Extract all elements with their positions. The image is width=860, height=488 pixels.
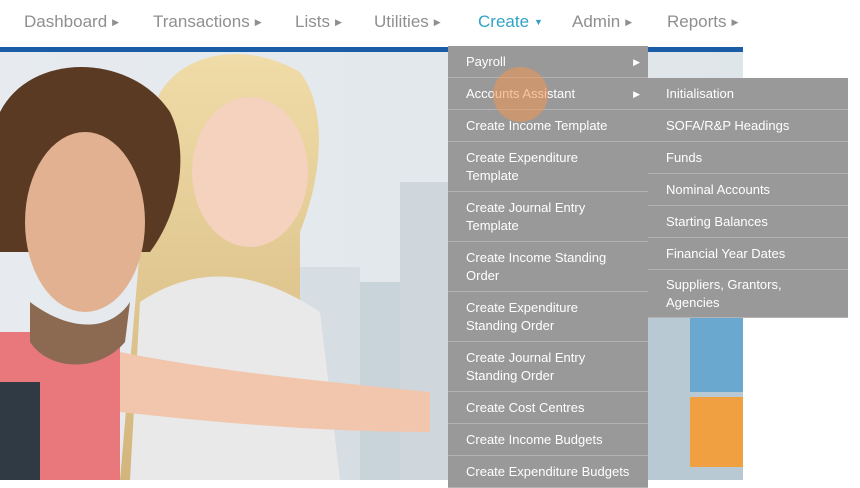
nav-transactions-label: Transactions bbox=[153, 12, 250, 31]
submenu-item-financial-year-dates[interactable]: Financial Year Dates bbox=[648, 238, 848, 270]
menu-item-create-journal-entry-template[interactable]: Create Journal Entry Template bbox=[448, 192, 648, 242]
nav-admin-label: Admin bbox=[572, 12, 621, 31]
chevron-right-icon: ▶ bbox=[254, 17, 262, 27]
nav-create-label: Create bbox=[478, 12, 530, 31]
submenu-item-funds[interactable]: Funds bbox=[648, 142, 848, 174]
submenu-item-label: Funds bbox=[666, 149, 703, 165]
submenu-item-label: SOFA/R&P Headings bbox=[666, 117, 790, 133]
menu-item-create-income-standing-order[interactable]: Create Income Standing Order bbox=[448, 242, 648, 292]
menu-item-create-income-budgets[interactable]: Create Income Budgets bbox=[448, 424, 648, 456]
create-dropdown-menu: Payroll ▶ Accounts Assistant▶ Create Inco… bbox=[448, 46, 648, 488]
submenu-item-label: Initialisation bbox=[666, 85, 734, 101]
nav-utilities[interactable]: Utilities ▶ bbox=[374, 12, 441, 32]
menu-item-label: Create Income Budgets bbox=[466, 431, 603, 447]
menu-item-label: Create Journal Entry Standing Order bbox=[466, 349, 586, 383]
submenu-item-label: Nominal Accounts bbox=[666, 181, 771, 197]
chevron-right-icon: ▶ bbox=[633, 56, 640, 67]
accounts-assistant-submenu: Initialisation SOFA/R&P Headings Funds N… bbox=[648, 78, 848, 318]
nav-lists-label: Lists bbox=[295, 12, 330, 31]
menu-item-label: Create Cost Centres bbox=[466, 399, 585, 415]
menu-item-label: Create Income Standing Order bbox=[466, 249, 607, 283]
menu-item-label: Create Expenditure Budgets bbox=[466, 463, 630, 479]
menu-item-create-journal-entry-standing-order[interactable]: Create Journal Entry Standing Order bbox=[448, 342, 648, 392]
menu-item-label: Create Expenditure Standing Order bbox=[466, 299, 579, 333]
nav-reports[interactable]: Reports ▶ bbox=[667, 12, 738, 32]
menu-item-label: Create Income Template bbox=[466, 117, 608, 133]
click-highlight-marker bbox=[493, 67, 548, 122]
menu-item-create-expenditure-template[interactable]: Create Expenditure Template bbox=[448, 142, 648, 192]
menu-item-label: Create Expenditure Template bbox=[466, 149, 579, 183]
nav-create[interactable]: Create ▼ bbox=[478, 12, 543, 32]
nav-utilities-label: Utilities bbox=[374, 12, 429, 31]
menu-item-label: Create Journal Entry Template bbox=[466, 199, 586, 233]
menu-item-label: Payroll bbox=[466, 53, 506, 69]
menu-item-accounts-assistant[interactable]: Accounts Assistant▶ bbox=[448, 78, 648, 110]
chevron-right-icon: ▶ bbox=[625, 17, 633, 27]
nav-lists[interactable]: Lists ▶ bbox=[295, 12, 342, 32]
submenu-item-sofa-rp-headings[interactable]: SOFA/R&P Headings bbox=[648, 110, 848, 142]
chevron-right-icon: ▶ bbox=[433, 17, 441, 27]
submenu-item-label: Financial Year Dates bbox=[666, 245, 786, 261]
nav-dashboard[interactable]: Dashboard ▶ bbox=[24, 12, 119, 32]
menu-item-create-income-template[interactable]: Create Income Template bbox=[448, 110, 648, 142]
chevron-right-icon: ▶ bbox=[334, 17, 342, 27]
submenu-item-nominal-accounts[interactable]: Nominal Accounts bbox=[648, 174, 848, 206]
chevron-right-icon: ▶ bbox=[633, 88, 640, 99]
submenu-item-starting-balances[interactable]: Starting Balances bbox=[648, 206, 848, 238]
nav-dashboard-label: Dashboard bbox=[24, 12, 108, 31]
submenu-item-initialisation[interactable]: Initialisation bbox=[648, 78, 848, 110]
submenu-item-suppliers-grantors-agencies[interactable]: Suppliers, Grantors, Agencies bbox=[648, 270, 848, 318]
nav-transactions[interactable]: Transactions ▶ bbox=[153, 12, 262, 32]
submenu-item-label: Suppliers, Grantors, Agencies bbox=[666, 276, 782, 310]
nav-reports-label: Reports bbox=[667, 12, 727, 31]
menu-item-create-expenditure-budgets[interactable]: Create Expenditure Budgets bbox=[448, 456, 648, 488]
nav-admin[interactable]: Admin ▶ bbox=[572, 12, 632, 32]
submenu-item-label: Starting Balances bbox=[666, 213, 768, 229]
chevron-right-icon: ▶ bbox=[731, 17, 739, 27]
top-navigation: Dashboard ▶ Transactions ▶ Lists ▶ Utilitie… bbox=[0, 0, 743, 47]
menu-item-create-expenditure-standing-order[interactable]: Create Expenditure Standing Order bbox=[448, 292, 648, 342]
chevron-down-icon: ▼ bbox=[534, 17, 543, 27]
chevron-right-icon: ▶ bbox=[112, 17, 120, 27]
menu-item-create-cost-centres[interactable]: Create Cost Centres bbox=[448, 392, 648, 424]
menu-item-payroll[interactable]: Payroll ▶ bbox=[448, 46, 648, 78]
